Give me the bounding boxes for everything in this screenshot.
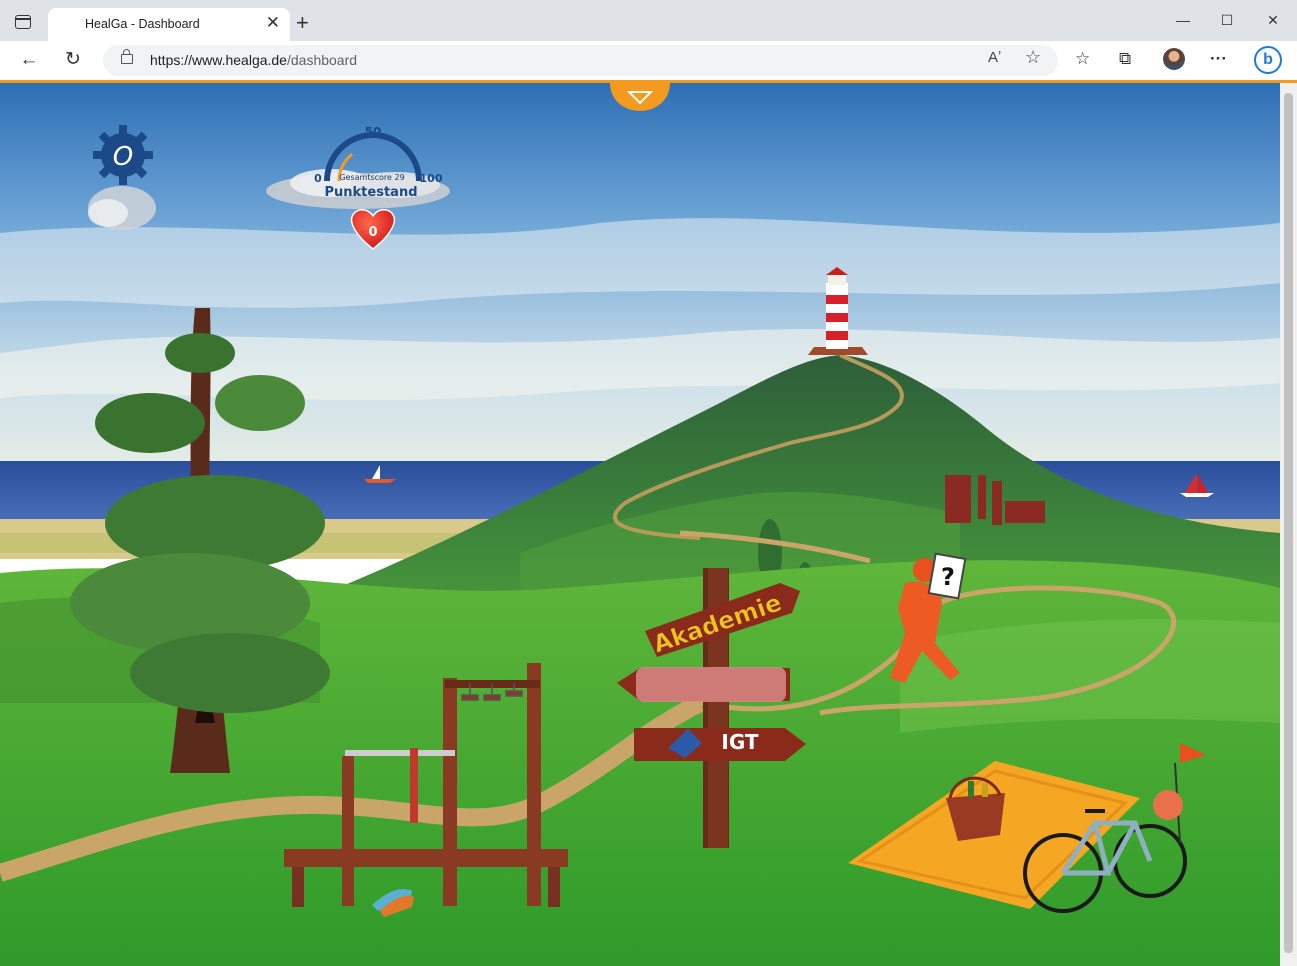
lock-icon[interactable] <box>121 49 133 64</box>
tab-bar: HealGa - Dashboard ✕ + — ☐ ✕ <box>0 0 1297 41</box>
url-text: https://www.healga.de/dashboard <box>150 52 357 68</box>
gauge-title: Punktestand <box>325 185 418 200</box>
favorites-icon[interactable]: ☆ <box>1075 49 1090 69</box>
reload-icon[interactable]: ↻ <box>60 47 86 73</box>
settings-letter[interactable]: O <box>113 142 133 172</box>
dashboard-scene: Akademie IGT ? O 50 0 100 Gesamtscore 29… <box>0 83 1280 966</box>
close-tab-icon[interactable]: ✕ <box>266 13 280 33</box>
back-icon[interactable]: ← <box>16 47 42 73</box>
sign-igt[interactable] <box>634 728 806 761</box>
gauge-score-label: Gesamtscore 29 <box>339 173 404 182</box>
address-bar[interactable]: https://www.healga.de/dashboard Aʼ ☆ <box>103 45 1058 76</box>
close-window-icon[interactable]: ✕ <box>1258 8 1288 32</box>
quiz-marker[interactable]: ? <box>941 563 955 591</box>
collections-icon[interactable]: ⧉ <box>1119 49 1131 69</box>
gauge-mid-label: 50 <box>365 125 382 139</box>
url-path: /dashboard <box>286 52 358 68</box>
heart-count[interactable]: 0 <box>368 225 377 240</box>
sign-igt-label[interactable]: IGT <box>721 730 759 754</box>
tab-healga-dashboard[interactable]: HealGa - Dashboard ✕ <box>48 8 290 41</box>
tab-title: HealGa - Dashboard <box>85 17 200 31</box>
maximize-icon[interactable]: ☐ <box>1212 8 1242 32</box>
gauge-min-label: 0 <box>314 172 322 185</box>
minimize-icon[interactable]: — <box>1168 8 1198 32</box>
profile-avatar[interactable] <box>1163 48 1185 70</box>
tab-actions-icon[interactable] <box>15 15 31 29</box>
copilot-icon[interactable]: b <box>1254 46 1282 74</box>
more-icon[interactable]: ··· <box>1210 49 1227 69</box>
read-aloud-icon[interactable]: Aʼ <box>988 49 1001 66</box>
url-host: https://www.healga.de <box>150 52 287 68</box>
page-scrollbar[interactable] <box>1280 83 1297 966</box>
basketball <box>1153 790 1183 820</box>
browser-toolbar: ← ↻ https://www.healga.de/dashboard Aʼ ☆… <box>0 41 1297 80</box>
sign-blurred[interactable] <box>617 667 790 702</box>
new-tab-button[interactable]: + <box>296 10 309 36</box>
scene-illustration: Akademie IGT ? O 50 0 100 Gesamtscore 29… <box>0 83 1280 966</box>
gauge-max-label: 100 <box>420 172 443 185</box>
add-favorite-icon[interactable]: ☆ <box>1025 47 1041 68</box>
scrollbar-thumb[interactable] <box>1284 93 1293 953</box>
